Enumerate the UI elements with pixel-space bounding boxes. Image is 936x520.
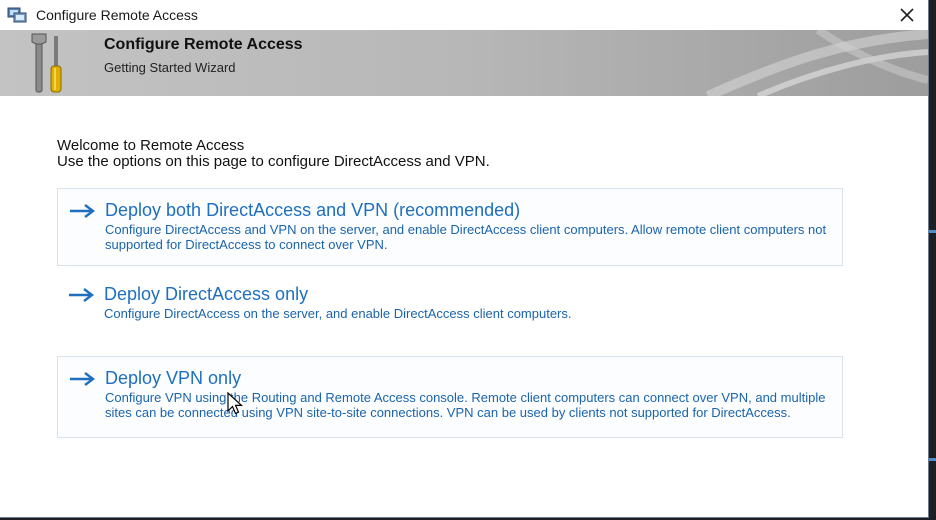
background-window-accent bbox=[929, 230, 936, 233]
option-deploy-directaccess-only-title[interactable]: Deploy DirectAccess only bbox=[104, 284, 833, 304]
window-title: Configure Remote Access bbox=[36, 7, 198, 23]
welcome-instructions: Use the options on this page to configur… bbox=[57, 153, 490, 170]
banner-swirl-decoration bbox=[705, 30, 928, 96]
right-arrow-icon bbox=[69, 288, 94, 302]
title-bar: Configure Remote Access bbox=[0, 0, 928, 30]
background-window-accent bbox=[929, 458, 936, 461]
mouse-pointer-icon bbox=[227, 392, 244, 415]
welcome-heading: Welcome to Remote Access bbox=[57, 137, 245, 154]
right-arrow-icon bbox=[70, 372, 95, 386]
option-deploy-vpn-only-title[interactable]: Deploy VPN only bbox=[105, 368, 832, 388]
banner-title: Configure Remote Access bbox=[104, 36, 303, 53]
option-deploy-directaccess-only-description: Configure DirectAccess on the server, an… bbox=[104, 306, 572, 321]
wizard-header-banner: Configure Remote Access Getting Started … bbox=[0, 30, 928, 96]
right-arrow-icon bbox=[70, 204, 95, 218]
welcome-intro: Welcome to Remote Access Use the options… bbox=[57, 138, 490, 170]
banner-subtitle: Getting Started Wizard bbox=[104, 60, 236, 75]
configure-remote-access-window: Configure Remote Access Configure Remote… bbox=[0, 0, 929, 518]
option-deploy-vpn-only[interactable]: Deploy VPN only Configure VPN using the … bbox=[57, 356, 843, 438]
option-deploy-both[interactable]: Deploy both DirectAccess and VPN (recomm… bbox=[57, 188, 843, 266]
remote-access-app-icon bbox=[7, 7, 27, 23]
wrench-screwdriver-icon bbox=[31, 33, 62, 93]
close-icon[interactable] bbox=[894, 2, 920, 28]
option-deploy-directaccess-only[interactable]: Deploy DirectAccess only Configure Direc… bbox=[57, 273, 843, 329]
option-deploy-both-title[interactable]: Deploy both DirectAccess and VPN (recomm… bbox=[105, 200, 832, 220]
option-deploy-both-description: Configure DirectAccess and VPN on the se… bbox=[105, 222, 827, 252]
option-deploy-vpn-only-description: Configure VPN using the Routing and Remo… bbox=[105, 390, 826, 420]
